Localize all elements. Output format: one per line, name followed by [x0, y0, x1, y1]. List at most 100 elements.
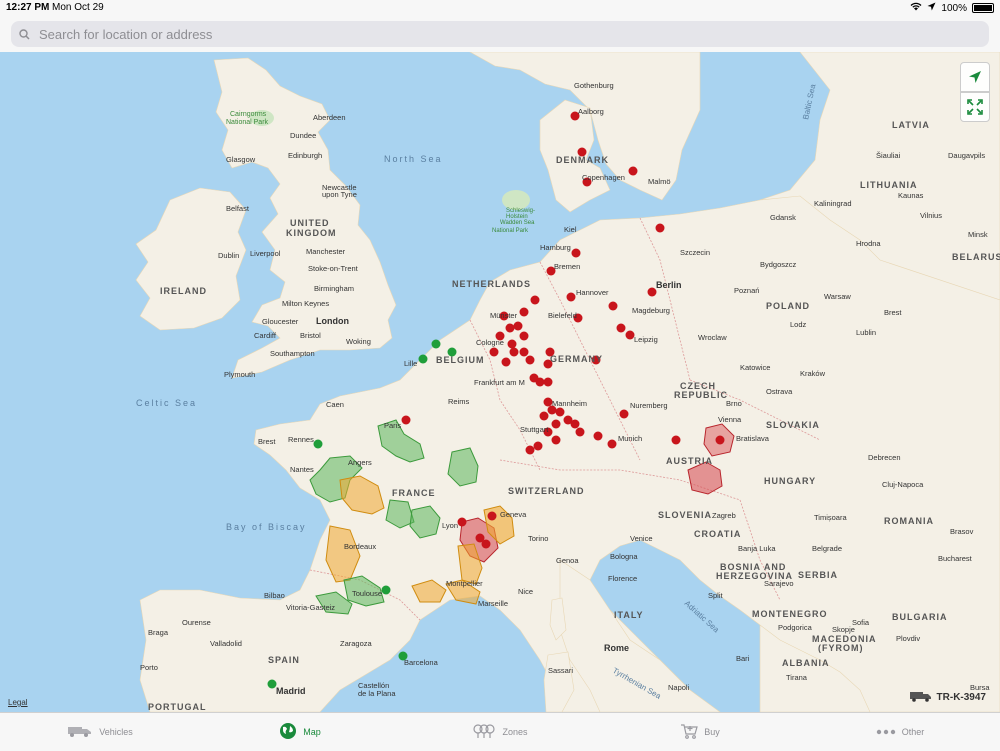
- vehicle-marker-red[interactable]: [535, 377, 545, 387]
- city-caen: Caen: [326, 400, 344, 409]
- tab-buy-label: Buy: [704, 727, 720, 737]
- vehicle-marker-red[interactable]: [505, 323, 515, 333]
- city-gothenburg: Gothenburg: [574, 81, 614, 90]
- city-leipzig: Leipzig: [634, 335, 658, 344]
- vehicle-marker-red[interactable]: [457, 517, 467, 527]
- search-box[interactable]: [11, 21, 989, 47]
- label-france: FRANCE: [392, 488, 436, 498]
- label-serbia: SERBIA: [798, 570, 838, 580]
- label-belarus: BELARUS: [952, 252, 1000, 262]
- label-poland: POLAND: [766, 301, 810, 311]
- tab-vehicles[interactable]: Vehicles: [0, 713, 200, 751]
- vehicle-marker-red[interactable]: [501, 357, 511, 367]
- city-vienna: Vienna: [718, 415, 742, 424]
- city-copenhagen: Copenhagen: [582, 173, 625, 182]
- city-vilnius: Vilnius: [920, 211, 942, 220]
- fullscreen-button[interactable]: [960, 92, 990, 122]
- city-aalborg: Aalborg: [578, 107, 604, 116]
- vehicle-marker-red[interactable]: [543, 377, 553, 387]
- vehicle-marker-red[interactable]: [401, 415, 411, 425]
- city-birmingham: Birmingham: [314, 284, 354, 293]
- vehicle-id-label: TR-K-3947: [936, 692, 986, 703]
- vehicle-marker-green[interactable]: [313, 439, 323, 449]
- city-woking: Woking: [346, 337, 371, 346]
- map-view[interactable]: North Sea Celtic Sea Bay of Biscay Balti…: [0, 52, 1000, 712]
- vehicle-marker-red[interactable]: [489, 347, 499, 357]
- vehicle-marker-red[interactable]: [607, 439, 617, 449]
- vehicle-marker-red[interactable]: [570, 419, 580, 429]
- vehicle-marker-red[interactable]: [551, 419, 561, 429]
- vehicle-marker-red[interactable]: [507, 339, 517, 349]
- vehicle-marker-red[interactable]: [530, 295, 540, 305]
- city-toulouse: Toulouse: [352, 589, 382, 598]
- city-bielefeld: Bielefeld: [548, 311, 577, 320]
- tab-buy[interactable]: Buy: [600, 713, 800, 751]
- city-belfast: Belfast: [226, 204, 250, 213]
- vehicle-marker-red[interactable]: [513, 321, 523, 331]
- vehicle-marker-red[interactable]: [519, 307, 529, 317]
- label-belgium: BELGIUM: [436, 355, 485, 365]
- city-hamburg: Hamburg: [540, 243, 571, 252]
- vehicle-marker-green[interactable]: [418, 354, 428, 364]
- tab-map[interactable]: Map: [200, 713, 400, 751]
- vehicle-marker-red[interactable]: [555, 407, 565, 417]
- vehicle-marker-red[interactable]: [628, 166, 638, 176]
- vehicle-marker-red[interactable]: [509, 347, 519, 357]
- vehicle-marker-red[interactable]: [481, 539, 491, 549]
- city-nice: Nice: [518, 587, 533, 596]
- legal-link[interactable]: Legal: [8, 698, 28, 707]
- vehicle-marker-red[interactable]: [519, 331, 529, 341]
- city-hannover: Hannover: [576, 288, 609, 297]
- tab-map-label: Map: [303, 727, 321, 737]
- city-brno: Brno: [726, 399, 742, 408]
- vehicle-marker-red[interactable]: [539, 411, 549, 421]
- city-rennes: Rennes: [288, 435, 314, 444]
- city-genoa: Genoa: [556, 556, 579, 565]
- city-upon-tyne: upon Tyne: [322, 190, 357, 199]
- label-germany: GERMANY: [550, 354, 603, 364]
- vehicle-marker-red[interactable]: [551, 435, 561, 445]
- vehicle-marker-red[interactable]: [593, 431, 603, 441]
- label-slovakia: SLOVAKIA: [766, 420, 820, 430]
- vehicle-marker-red[interactable]: [525, 355, 535, 365]
- city-stuttgart: Stuttgart: [520, 425, 549, 434]
- vehicle-marker-red[interactable]: [575, 427, 585, 437]
- truck-icon: [909, 690, 933, 705]
- city-podgorica: Podgorica: [778, 623, 813, 632]
- city-florence: Florence: [608, 574, 637, 583]
- vehicle-marker-red[interactable]: [533, 441, 543, 451]
- vehicle-marker-red[interactable]: [571, 248, 581, 258]
- city-napoli: Napoli: [668, 683, 690, 692]
- selected-vehicle[interactable]: TR-K-3947: [909, 690, 986, 705]
- vehicle-marker-red[interactable]: [616, 323, 626, 333]
- city-debrecen: Debrecen: [868, 453, 901, 462]
- vehicle-marker-red[interactable]: [525, 445, 535, 455]
- city-aberdeen: Aberdeen: [313, 113, 346, 122]
- tab-other[interactable]: Other: [800, 713, 1000, 751]
- locate-me-button[interactable]: [960, 62, 990, 92]
- vehicle-marker-red[interactable]: [619, 409, 629, 419]
- city-bari: Bari: [736, 654, 750, 663]
- vehicle-marker-red[interactable]: [566, 292, 576, 302]
- tab-zones[interactable]: Zones: [400, 713, 600, 751]
- city-milton: Milton Keynes: [282, 299, 329, 308]
- location-arrow-icon: [927, 2, 936, 14]
- vehicle-marker-red[interactable]: [655, 223, 665, 233]
- city-split: Split: [708, 591, 724, 600]
- vehicle-marker-red[interactable]: [519, 347, 529, 357]
- vehicle-marker-red[interactable]: [715, 435, 725, 445]
- map-canvas[interactable]: North Sea Celtic Sea Bay of Biscay Balti…: [0, 52, 1000, 712]
- city-minsk: Minsk: [968, 230, 988, 239]
- city-dublin: Dublin: [218, 251, 239, 260]
- vehicle-marker-green[interactable]: [381, 585, 391, 595]
- city-angers: Angers: [348, 458, 372, 467]
- label-spain: SPAIN: [268, 655, 300, 665]
- city-marseille: Marseille: [478, 599, 508, 608]
- label-wadden3: Wadden Sea: [500, 220, 535, 226]
- vehicle-marker-red[interactable]: [671, 435, 681, 445]
- vehicle-marker-red[interactable]: [608, 301, 618, 311]
- vehicle-marker-red[interactable]: [487, 511, 497, 521]
- vehicle-marker-green[interactable]: [431, 339, 441, 349]
- globe-icon: [279, 722, 297, 742]
- search-input[interactable]: [37, 25, 941, 43]
